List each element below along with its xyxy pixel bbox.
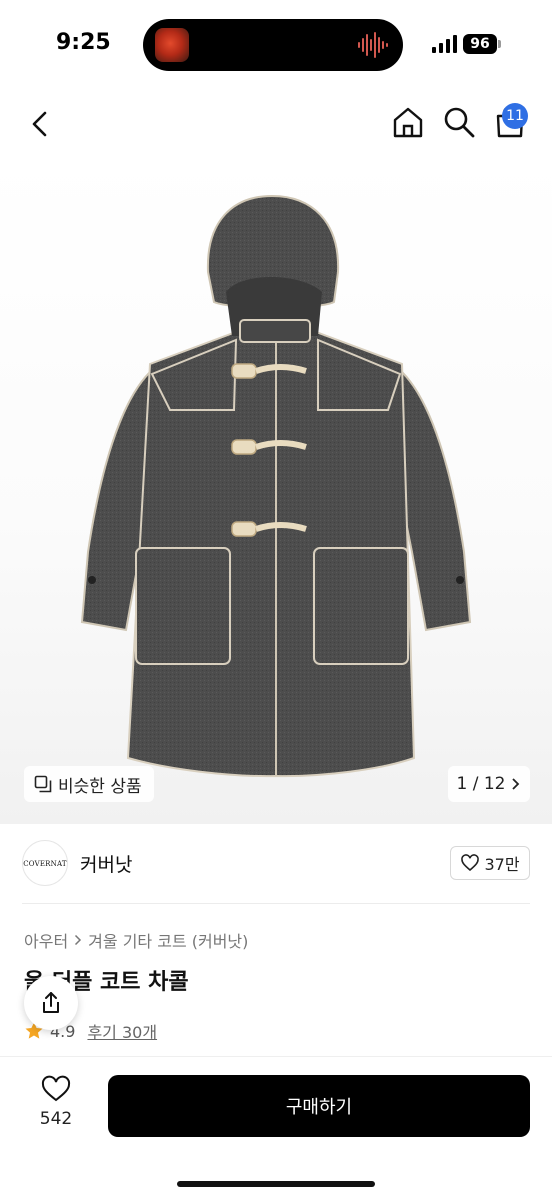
heart-outline-icon	[41, 1075, 71, 1102]
brand-logo[interactable]: COVERNAT	[22, 840, 68, 886]
product-image-gallery[interactable]: 비슷한 상품 1 / 12	[0, 152, 552, 824]
battery-level: 96	[463, 34, 497, 54]
audio-waveform-icon	[358, 32, 388, 58]
duffle-coat-image	[80, 194, 472, 778]
bottom-purchase-bar: 542 구매하기	[0, 1056, 552, 1200]
brand-like-button[interactable]: 37만	[450, 846, 530, 880]
share-icon	[43, 992, 59, 1013]
back-arrow-icon[interactable]	[22, 106, 58, 142]
wishlist-count: 542	[39, 1109, 73, 1129]
similar-items-icon	[34, 775, 52, 793]
page-counter-text: 1 / 12	[456, 774, 506, 794]
review-count-link[interactable]: 후기 30개	[87, 1019, 157, 1043]
breadcrumb-category[interactable]: 아우터	[24, 928, 68, 952]
chevron-right-icon	[75, 934, 82, 946]
section-divider	[22, 903, 530, 904]
brand-row: COVERNAT 커버낫 37만	[0, 834, 552, 896]
breadcrumb-subcategory[interactable]: 겨울 기타 코트 (커버낫)	[88, 928, 248, 952]
status-time: 9:25	[56, 30, 111, 55]
brand-like-count: 37만	[484, 855, 520, 874]
dynamic-island	[143, 19, 403, 71]
home-icon[interactable]	[390, 104, 426, 140]
wishlist-button[interactable]: 542	[30, 1075, 82, 1129]
buy-button[interactable]: 구매하기	[108, 1075, 530, 1137]
now-playing-artwork	[155, 28, 189, 62]
heart-outline-icon	[461, 854, 480, 872]
home-indicator	[177, 1181, 375, 1187]
cart-count-badge: 11	[502, 103, 528, 129]
share-button[interactable]	[24, 976, 78, 1030]
breadcrumb: 아우터 겨울 기타 코트 (커버낫)	[24, 928, 248, 952]
battery-tip	[498, 40, 501, 48]
chevron-right-icon	[512, 778, 520, 790]
similar-products-label: 비슷한 상품	[58, 776, 142, 797]
status-bar: 9:25 96	[0, 0, 552, 90]
cellular-signal-icon	[432, 35, 457, 53]
search-icon[interactable]	[441, 104, 477, 140]
top-nav-bar	[0, 96, 552, 152]
image-page-counter[interactable]: 1 / 12	[448, 766, 530, 802]
brand-name[interactable]: 커버낫	[80, 850, 132, 877]
similar-products-button[interactable]: 비슷한 상품	[24, 766, 154, 802]
